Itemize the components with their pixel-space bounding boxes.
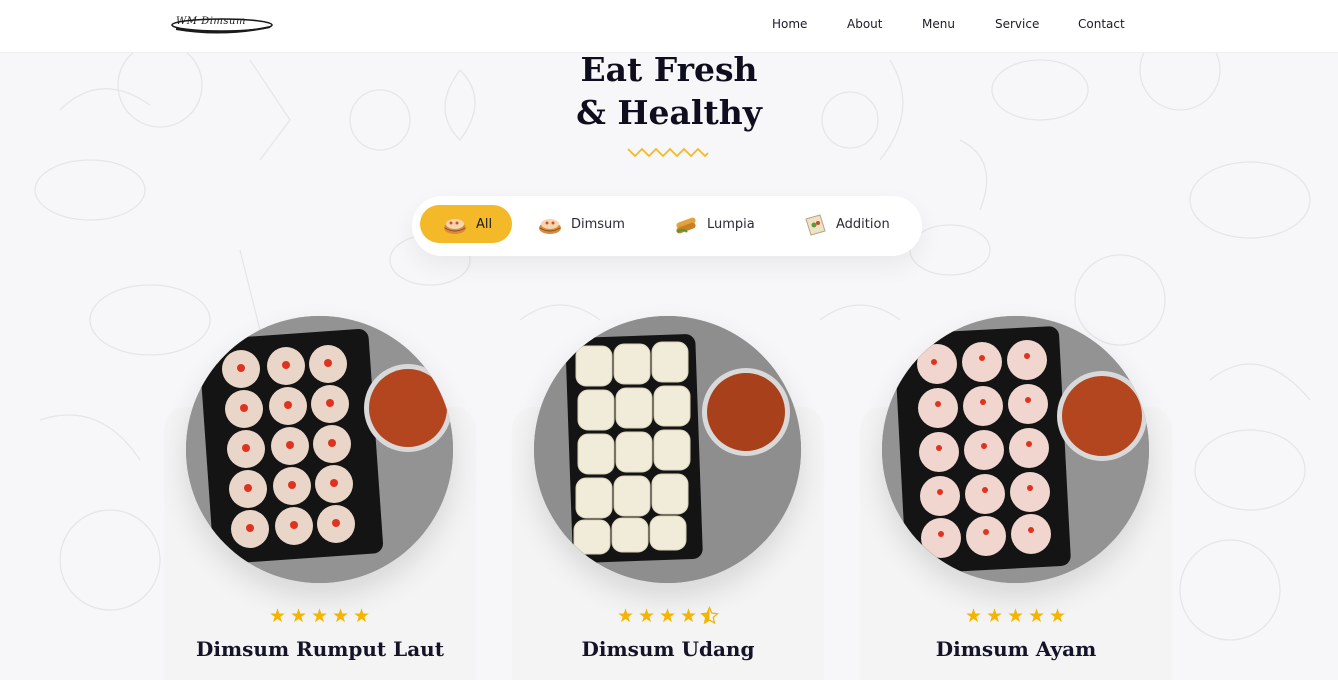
star-icon: ★	[1027, 605, 1046, 627]
nav-menu[interactable]: Menu	[922, 17, 955, 31]
rating-stars: ★ ★ ★ ★	[615, 605, 720, 627]
logo-text: WM Dimsum	[176, 16, 246, 27]
star-icon: ★	[1006, 605, 1025, 627]
product-image-ayam	[882, 316, 1149, 583]
wrap-icon	[805, 214, 826, 236]
hero-title-line2: & Healthy	[576, 93, 762, 132]
star-icon: ★	[1048, 605, 1067, 627]
star-icon: ★	[616, 605, 635, 627]
product-image-rumput-laut	[186, 316, 453, 583]
product-title[interactable]: Dimsum Rumput Laut	[164, 637, 476, 661]
filter-addition-label: Addition	[836, 216, 890, 232]
brand-logo[interactable]: WM Dimsum	[170, 14, 274, 36]
filter-lumpia[interactable]: Lumpia	[673, 205, 755, 243]
filter-lumpia-label: Lumpia	[707, 216, 755, 232]
star-icon: ★	[268, 605, 287, 627]
spring-roll-icon	[676, 217, 696, 234]
star-icon: ★	[637, 605, 656, 627]
star-icon: ★	[352, 605, 371, 627]
star-icon: ★	[985, 605, 1004, 627]
rating-stars: ★ ★ ★ ★ ★	[267, 606, 372, 626]
filter-addition[interactable]: Addition	[802, 205, 890, 243]
filter-dimsum[interactable]: Dimsum	[537, 205, 625, 243]
filter-all-label: All	[476, 216, 493, 232]
half-star-icon	[699, 605, 720, 627]
top-navbar: WM Dimsum Home About Menu Service Contac…	[0, 0, 1338, 53]
filter-all[interactable]: All	[420, 205, 512, 243]
star-icon: ★	[289, 605, 308, 627]
star-icon: ★	[310, 605, 329, 627]
nav-service[interactable]: Service	[995, 17, 1039, 31]
product-image-udang	[534, 316, 801, 583]
star-icon: ★	[331, 605, 350, 627]
product-title[interactable]: Dimsum Udang	[512, 637, 824, 661]
nav-home[interactable]: Home	[772, 17, 807, 31]
filter-dimsum-label: Dimsum	[571, 216, 625, 232]
menu-filter-bar: All Dimsum Lumpia Addition	[412, 196, 922, 256]
dimsum-bowl-icon	[444, 219, 466, 234]
star-icon: ★	[658, 605, 677, 627]
nav-about[interactable]: About	[847, 17, 882, 31]
star-icon: ★	[679, 605, 698, 627]
rating-stars: ★ ★ ★ ★ ★	[963, 606, 1068, 626]
product-title[interactable]: Dimsum Ayam	[860, 637, 1172, 661]
hero-title-line1: Eat Fresh	[580, 50, 758, 89]
dimsum-bowl-icon	[539, 219, 561, 234]
zigzag-divider-icon	[627, 147, 709, 158]
star-icon: ★	[964, 605, 983, 627]
nav-contact[interactable]: Contact	[1078, 17, 1125, 31]
